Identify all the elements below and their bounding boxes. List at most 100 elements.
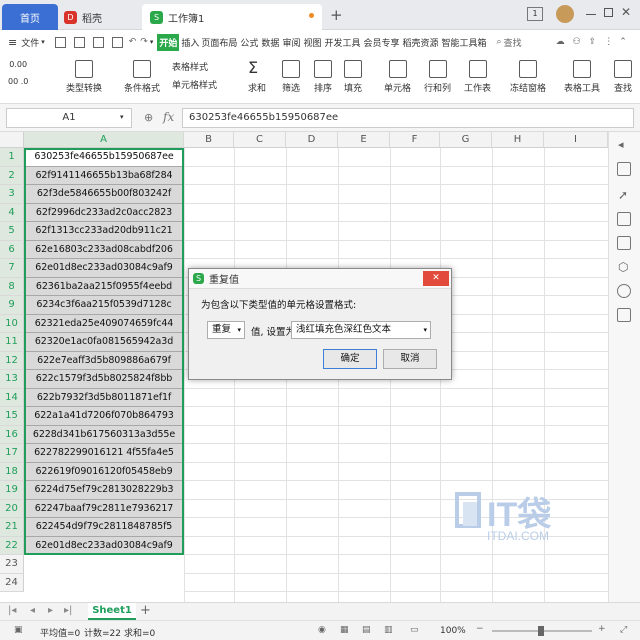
eye-icon[interactable]: ◉ (318, 625, 326, 635)
sidebar-backup-icon[interactable] (617, 284, 631, 298)
zoom-level[interactable]: 100% (440, 626, 466, 636)
reading-mode-icon[interactable]: ▭ (410, 625, 419, 635)
more-chevron-icon[interactable]: ▾ (150, 38, 154, 46)
zoom-formula-icon[interactable]: ⊕ (144, 111, 153, 124)
column-header[interactable]: C (234, 132, 286, 148)
ok-button[interactable]: 确定 (323, 349, 377, 369)
add-sheet-icon[interactable]: + (140, 603, 151, 618)
sidebar-pointer-icon[interactable]: ➚ (618, 188, 628, 202)
menu-insert[interactable]: 插入 (181, 36, 199, 49)
zoom-out-icon[interactable]: − (476, 624, 484, 634)
collab-icon[interactable]: ⚇ (573, 37, 581, 47)
row-header[interactable]: 17 (0, 444, 24, 463)
row-header[interactable]: 14 (0, 388, 24, 407)
cond-format-button[interactable]: 条件格式 (124, 60, 160, 94)
more-icon[interactable]: ⋮ (604, 37, 613, 47)
prev-sheet-icon[interactable]: ◂ (30, 605, 35, 616)
menu-review[interactable]: 审阅 (282, 36, 300, 49)
tab-daoke[interactable]: D 稻壳 (58, 4, 138, 30)
sheet-button[interactable]: 工作表 (464, 60, 491, 94)
column-header[interactable]: I (544, 132, 608, 148)
zoom-slider-handle[interactable] (538, 626, 544, 636)
cell-button[interactable]: 单元格 (384, 60, 411, 94)
redo-icon[interactable]: ↷ (140, 37, 148, 47)
hamburger-icon[interactable]: ≡ (8, 36, 17, 49)
minimize-icon[interactable] (586, 14, 596, 15)
zoom-in-icon[interactable]: + (598, 624, 606, 634)
fx-icon[interactable]: fx (163, 110, 174, 124)
fill-button[interactable]: 填充 (344, 60, 362, 94)
menu-daoke-resources[interactable]: 稻壳资源 (403, 36, 439, 49)
rowcol-button[interactable]: 行和列 (424, 60, 451, 94)
normal-view-icon[interactable]: ▦ (340, 625, 349, 635)
row-header[interactable]: 13 (0, 370, 24, 389)
sidebar-properties-icon[interactable] (617, 162, 631, 176)
print-icon[interactable] (92, 36, 104, 48)
preview-icon[interactable] (111, 36, 123, 48)
last-sheet-icon[interactable]: ▸| (64, 605, 72, 616)
menu-member[interactable]: 会员专享 (363, 36, 399, 49)
undo-icon[interactable]: ↶ (129, 37, 137, 47)
close-icon[interactable]: ✕ (621, 5, 631, 19)
row-header[interactable]: 23 (0, 555, 24, 574)
export-icon[interactable] (73, 36, 85, 48)
next-sheet-icon[interactable]: ▸ (48, 605, 53, 616)
row-header[interactable]: 3 (0, 185, 24, 204)
sidebar-share-icon[interactable] (617, 308, 631, 322)
table-style-button[interactable]: 表格样式 (172, 60, 208, 73)
menu-data[interactable]: 数据 (261, 36, 279, 49)
row-header[interactable]: 20 (0, 499, 24, 518)
row-header[interactable]: 7 (0, 259, 24, 278)
column-header[interactable]: H (492, 132, 544, 148)
column-header[interactable]: G (440, 132, 492, 148)
share-icon[interactable]: ⇪ (589, 37, 597, 47)
sort-button[interactable]: 排序 (314, 60, 332, 94)
sidebar-style-icon[interactable] (617, 212, 631, 226)
menu-file[interactable]: 文件 (21, 36, 39, 49)
row-header[interactable]: 18 (0, 462, 24, 481)
find-button[interactable]: 查找 (614, 60, 632, 94)
new-tab-icon[interactable]: + (330, 6, 343, 24)
sidebar-collapse-icon[interactable]: ◂ (618, 138, 624, 151)
cloud-icon[interactable]: ☁ (556, 37, 565, 47)
cancel-button[interactable]: 取消 (383, 349, 437, 369)
row-header[interactable]: 21 (0, 518, 24, 537)
fullscreen-icon[interactable]: ⤢ (620, 625, 627, 635)
duplicate-type-select[interactable]: 重复 ▾ (207, 321, 245, 339)
sum-button[interactable]: Σ 求和 (248, 60, 266, 95)
row-header[interactable]: 9 (0, 296, 24, 315)
row-header[interactable]: 24 (0, 573, 24, 592)
freeze-button[interactable]: 冻结窗格 (510, 60, 546, 94)
row-header[interactable]: 1 (0, 148, 24, 167)
name-box[interactable]: A1 (6, 108, 132, 128)
row-header[interactable]: 22 (0, 536, 24, 555)
decimal-increase[interactable]: 0.00 (9, 60, 27, 69)
row-header[interactable]: 12 (0, 351, 24, 370)
status-sheet-icon[interactable]: ▣ (14, 625, 23, 635)
column-header[interactable]: F (390, 132, 440, 148)
column-header[interactable]: D (286, 132, 338, 148)
row-header[interactable]: 8 (0, 277, 24, 296)
collapse-ribbon-icon[interactable]: ⌃ (619, 37, 627, 47)
page-layout-view-icon[interactable]: ▤ (362, 625, 371, 635)
sidebar-tools-icon[interactable] (617, 236, 631, 250)
menu-smart-tools[interactable]: 智能工具箱 (442, 36, 487, 49)
avatar[interactable] (556, 5, 574, 23)
tab-workbook[interactable]: S 工作簿1 (142, 4, 322, 30)
menu-start[interactable]: 开始 (157, 33, 180, 51)
dialog-close-icon[interactable]: ✕ (423, 271, 449, 286)
dialog-titlebar[interactable]: S 重复值 ✕ (189, 269, 451, 289)
decimal-decrease[interactable]: 00 .0 (8, 77, 28, 86)
menu-view[interactable]: 视图 (303, 36, 321, 49)
formula-input[interactable]: 630253fe46655b15950687ee (182, 108, 634, 128)
row-header[interactable]: 5 (0, 222, 24, 241)
sidebar-shape-icon[interactable]: ⬡ (618, 260, 628, 274)
first-sheet-icon[interactable]: |◂ (8, 605, 16, 616)
search-label[interactable]: 查找 (504, 36, 522, 49)
table-tools-button[interactable]: 表格工具 (564, 60, 600, 94)
row-header[interactable]: 19 (0, 481, 24, 500)
row-header[interactable]: 10 (0, 314, 24, 333)
filter-button[interactable]: 筛选 (282, 60, 300, 94)
window-count-icon[interactable]: 1 (527, 7, 543, 21)
row-header[interactable]: 6 (0, 240, 24, 259)
